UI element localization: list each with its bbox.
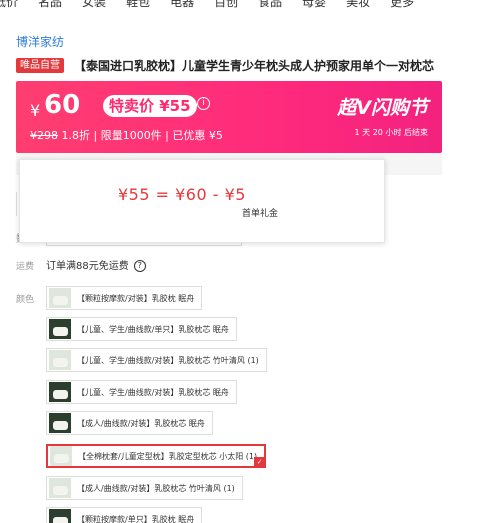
special-price-pill: 特卖价 ¥55 [103, 95, 197, 117]
nav-item[interactable]: 母婴 [302, 0, 326, 9]
product-thumbnail [49, 288, 71, 308]
color-option[interactable]: 【儿童、学生/曲线款/对装】乳胶枕芯 竹叶清风 (1) [46, 348, 267, 372]
info-icon[interactable]: i [197, 97, 210, 110]
self-operated-badge: 唯品自营 [16, 57, 64, 73]
nav-item[interactable]: 鞋包 [126, 0, 150, 9]
color-option[interactable]: 【儿童、学生/曲线款/对装】乳胶枕芯 眠舟 [46, 380, 237, 404]
color-option[interactable]: 【颗粒按摩款/单只】乳胶枕 眠舟 [46, 507, 203, 523]
nav-item[interactable]: 更多 [390, 0, 414, 9]
discount-details: 1.8折 | 限量1000件 | 已优惠 ¥5 [61, 129, 223, 142]
countdown: 1 天 20 小时 后结束 [354, 128, 428, 137]
currency-symbol: ¥ [30, 101, 41, 120]
product-thumbnail [50, 446, 72, 466]
nav-item[interactable]: 名品 [38, 0, 62, 9]
nav-item[interactable]: 百创 [214, 0, 238, 9]
price-equation: ¥55 = ¥60 - ¥5 [118, 185, 246, 204]
nav-item[interactable]: 女装 [82, 0, 106, 9]
product-title: 【泰国进口乳胶枕】儿童学生青少年枕头成人护预家用单个一对枕芯 [74, 58, 435, 73]
flash-sale-title: 超V闪购节 [337, 97, 428, 119]
option-label: 【全棉枕套/儿童定型枕】乳胶定型枕芯 小太阳 (1) [78, 451, 258, 461]
nav-item[interactable]: 食品 [258, 0, 282, 9]
color-option[interactable]: 【颗粒按摩款/对装】乳胶枕 眠舟 [46, 286, 203, 310]
option-label: 【成人/曲线款/对装】乳胶枕芯 竹叶清风 (1) [77, 483, 235, 493]
option-label: 【颗粒按摩款/对装】乳胶枕 眠舟 [77, 293, 195, 303]
product-thumbnail [49, 509, 71, 523]
shop-name-link[interactable]: 博洋家纺 [16, 33, 64, 50]
product-thumbnail [49, 382, 71, 402]
original-price: ¥298 [30, 129, 58, 142]
option-label: 【儿童、学生/曲线款/对装】乳胶枕芯 竹叶清风 (1) [77, 355, 259, 365]
nav-item[interactable]: 美妆 [346, 0, 370, 9]
option-label: 【儿童、学生/曲线款/对装】乳胶枕芯 眠舟 [77, 387, 229, 397]
product-title-row: 唯品自营 【泰国进口乳胶枕】儿童学生青少年枕头成人护预家用单个一对枕芯 [16, 56, 496, 74]
color-label: 颜色 [16, 295, 35, 305]
color-option[interactable]: 【儿童、学生/曲线款/单只】乳胶枕芯 眠舟 [46, 317, 237, 341]
option-label: 【颗粒按摩款/单只】乳胶枕 眠舟 [77, 514, 195, 523]
color-option-selected[interactable]: 【全棉枕套/儿童定型枕】乳胶定型枕芯 小太阳 (1) [46, 444, 267, 468]
price-details: ¥298 1.8折 | 限量1000件 | 已优惠 ¥5 [30, 127, 223, 143]
color-option[interactable]: 【成人/曲线款/对装】乳胶枕芯 竹叶清风 (1) [46, 476, 243, 500]
question-icon[interactable]: ? [133, 260, 146, 272]
first-order-note: 首单礼金 [242, 209, 279, 219]
flash-sale-banner: ¥ 60 特卖价 ¥55 i ¥298 1.8折 | 限量1000件 | 已优惠… [16, 81, 442, 153]
option-label: 【成人/曲线款/对装】乳胶枕芯 眠舟 [77, 418, 205, 428]
product-thumbnail [49, 350, 71, 370]
nav-item[interactable]: 电器 [170, 0, 194, 9]
product-thumbnail [49, 319, 71, 339]
top-nav: 低价 名品 女装 鞋包 电器 百创 食品 母婴 美妆 更多 [0, 0, 500, 9]
color-option[interactable]: 【成人/曲线款/对装】乳胶枕芯 眠舟 [46, 411, 213, 435]
price-tooltip: ¥55 = ¥60 - ¥5 首单礼金 [19, 159, 385, 243]
product-thumbnail [49, 413, 71, 433]
sale-price: 60 [44, 90, 81, 120]
shipping-label: 运费 [16, 262, 35, 272]
shipping-text: 订单满88元免运费 [46, 261, 129, 272]
option-label: 【儿童、学生/曲线款/单只】乳胶枕芯 眠舟 [77, 324, 229, 334]
product-thumbnail [49, 478, 71, 498]
shipping-info: 订单满88元免运费? [46, 257, 146, 272]
nav-item[interactable]: 低价 [0, 0, 18, 9]
